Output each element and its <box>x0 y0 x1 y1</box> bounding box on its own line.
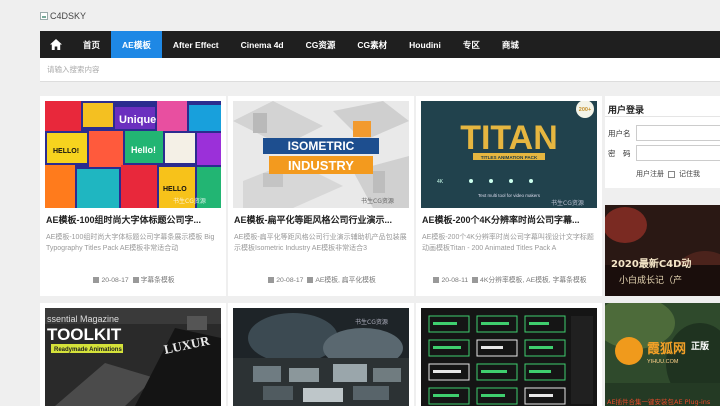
nav-item-special[interactable]: 专区 <box>452 31 491 58</box>
post-thumbnail[interactable]: Unique HELLO! Hello! HELLO 书生CG资源 <box>45 101 221 208</box>
post-meta: 20-08-11 4K分辨率模板, AE模板, 字幕条模板 <box>416 274 602 284</box>
post-date: 20-08-17 <box>276 277 304 284</box>
watermark-text: 书生CG资源 <box>355 318 388 326</box>
nav-item-cg-materials[interactable]: CG素材 <box>346 31 398 58</box>
banner-text: 霞狐网 <box>647 341 686 357</box>
post-thumbnail[interactable]: ISOMETRIC INDUSTRY 书生CG资源 <box>233 101 409 208</box>
home-icon <box>50 39 62 50</box>
nav-home-button[interactable] <box>40 31 72 58</box>
banner-text: 小白成长记（产 <box>619 274 682 286</box>
sidebar-banner[interactable]: 2020最新C4D动 小白成长记（产 <box>605 205 720 296</box>
nav-item-houdini[interactable]: Houdini <box>398 31 452 58</box>
search-bar <box>40 58 720 82</box>
watermark-text: 书生CG资源 <box>173 197 206 205</box>
watermark-text: 书生CG资源 <box>361 197 394 205</box>
username-input[interactable] <box>636 125 720 141</box>
post-thumbnail[interactable]: 书生CG资源 <box>233 308 409 406</box>
post-thumbnail[interactable] <box>421 308 597 406</box>
post-meta: 20-08-17 字幕条模板 <box>40 274 226 284</box>
thumb-text: Readymade Animations <box>54 347 122 353</box>
post-excerpt: AE模板-100组时尚大字体标题公司字幕条展示模板 Big Typography… <box>46 234 215 252</box>
thumb-text: Text multi tool for video makers <box>478 193 541 198</box>
calendar-icon <box>268 277 275 283</box>
thumb-text: Unique <box>119 114 156 126</box>
thumb-text: 4K <box>437 179 444 185</box>
logo-alt-text: C4DSKY <box>50 11 87 21</box>
post-card[interactable]: ISOMETRIC INDUSTRY 书生CG资源 AE模板-扁平化等距风格公司… <box>228 96 414 296</box>
post-card[interactable]: Unique HELLO! Hello! HELLO 书生CG资源 AE模板-1… <box>40 96 226 296</box>
thumb-text: 200+ <box>579 107 591 113</box>
thumb-text: INDUSTRY <box>288 158 354 173</box>
banner-text: 2020最新C4D动 <box>611 257 691 270</box>
nav-item-after-effect[interactable]: After Effect <box>162 31 230 58</box>
post-title[interactable]: AE模板-扁平化等距风格公司行业演示... <box>234 213 408 226</box>
site-logo[interactable]: C4DSKY <box>40 10 86 22</box>
post-tags[interactable]: AE模板, 扁平化模板 <box>315 277 375 284</box>
thumb-text: TITAN <box>460 119 558 157</box>
password-label: 密 码 <box>608 149 631 158</box>
post-card[interactable]: TITAN TITLES ANIMATION PACK 200+ 4K Text… <box>416 96 602 296</box>
tag-icon <box>472 277 479 283</box>
post-thumbnail[interactable]: ssential Magazine TOOLKIT Readymade Anim… <box>45 308 221 406</box>
remember-label: 记住我 <box>679 171 700 178</box>
nav-item-cg-resources[interactable]: CG资源 <box>295 31 347 58</box>
main-nav: 首页 AE模板 After Effect Cinema 4d CG资源 CG素材… <box>40 31 720 58</box>
search-input[interactable] <box>47 65 720 74</box>
login-title: 用户登录 <box>608 105 645 115</box>
sidebar-banner[interactable]: 霞狐网 YIHUU.COM 正版 AE插件合集一键安装包AE Plug-ins <box>605 303 720 406</box>
nav-item-ae-templates[interactable]: AE模板 <box>111 31 162 58</box>
login-options: 用户注册 记住我 <box>636 169 700 179</box>
login-widget: 用户登录 用户名 密 码 用户注册 记住我 <box>605 96 720 188</box>
nav-item-cinema-4d[interactable]: Cinema 4d <box>230 31 295 58</box>
remember-checkbox[interactable] <box>668 170 675 178</box>
post-excerpt: AE模板-扁平化等距风格公司行业演示辅助机产品包装展示模板Isometric I… <box>234 234 407 252</box>
post-title[interactable]: AE模板-100组时尚大字体标题公司字... <box>46 213 220 226</box>
username-label: 用户名 <box>608 129 631 138</box>
post-title[interactable]: AE模板-200个4K分辨率时尚公司字幕... <box>422 213 596 226</box>
thumb-text: ssential Magazine <box>47 314 119 324</box>
banner-caption: AE插件合集一键安装包AE Plug-ins <box>607 397 711 406</box>
banner-text: 正版 <box>691 340 709 352</box>
banner-text: YIHUU.COM <box>647 359 679 365</box>
watermark-text: 书生CG资源 <box>551 199 584 207</box>
thumb-text: HELLO <box>163 186 187 193</box>
tag-icon <box>132 277 139 283</box>
thumb-text: ISOMETRIC <box>288 139 355 153</box>
post-thumbnail[interactable]: TITAN TITLES ANIMATION PACK 200+ 4K Text… <box>421 101 597 208</box>
post-date: 20-08-11 <box>441 277 469 284</box>
register-link[interactable]: 用户注册 <box>636 169 664 179</box>
broken-image-icon <box>40 12 48 20</box>
thumb-text: HELLO! <box>53 148 79 155</box>
nav-item-store[interactable]: 商城 <box>491 31 530 58</box>
post-card[interactable]: 书生CG资源 <box>228 303 414 406</box>
calendar-icon <box>93 277 100 283</box>
nav-item-home[interactable]: 首页 <box>72 31 111 58</box>
thumb-text: Hello! <box>131 145 156 155</box>
post-card[interactable] <box>416 303 602 406</box>
thumb-text: TOOLKIT <box>47 325 122 344</box>
tag-icon <box>307 277 314 283</box>
thumb-text: TITLES ANIMATION PACK <box>481 155 538 160</box>
calendar-icon <box>433 277 440 283</box>
divider <box>605 116 720 117</box>
post-card[interactable]: ssential Magazine TOOLKIT Readymade Anim… <box>40 303 226 406</box>
post-tags[interactable]: 字幕条模板 <box>141 277 175 284</box>
post-tags[interactable]: 4K分辨率模板, AE模板, 字幕条模板 <box>480 277 587 284</box>
post-date: 20-08-17 <box>101 277 129 284</box>
post-excerpt: AE模板-200个4K分辨率时尚公司字幕叫视设计文字标题动画模板Titan - … <box>422 234 594 252</box>
post-meta: 20-08-17 AE模板, 扁平化模板 <box>228 274 414 284</box>
password-input[interactable] <box>636 145 720 161</box>
